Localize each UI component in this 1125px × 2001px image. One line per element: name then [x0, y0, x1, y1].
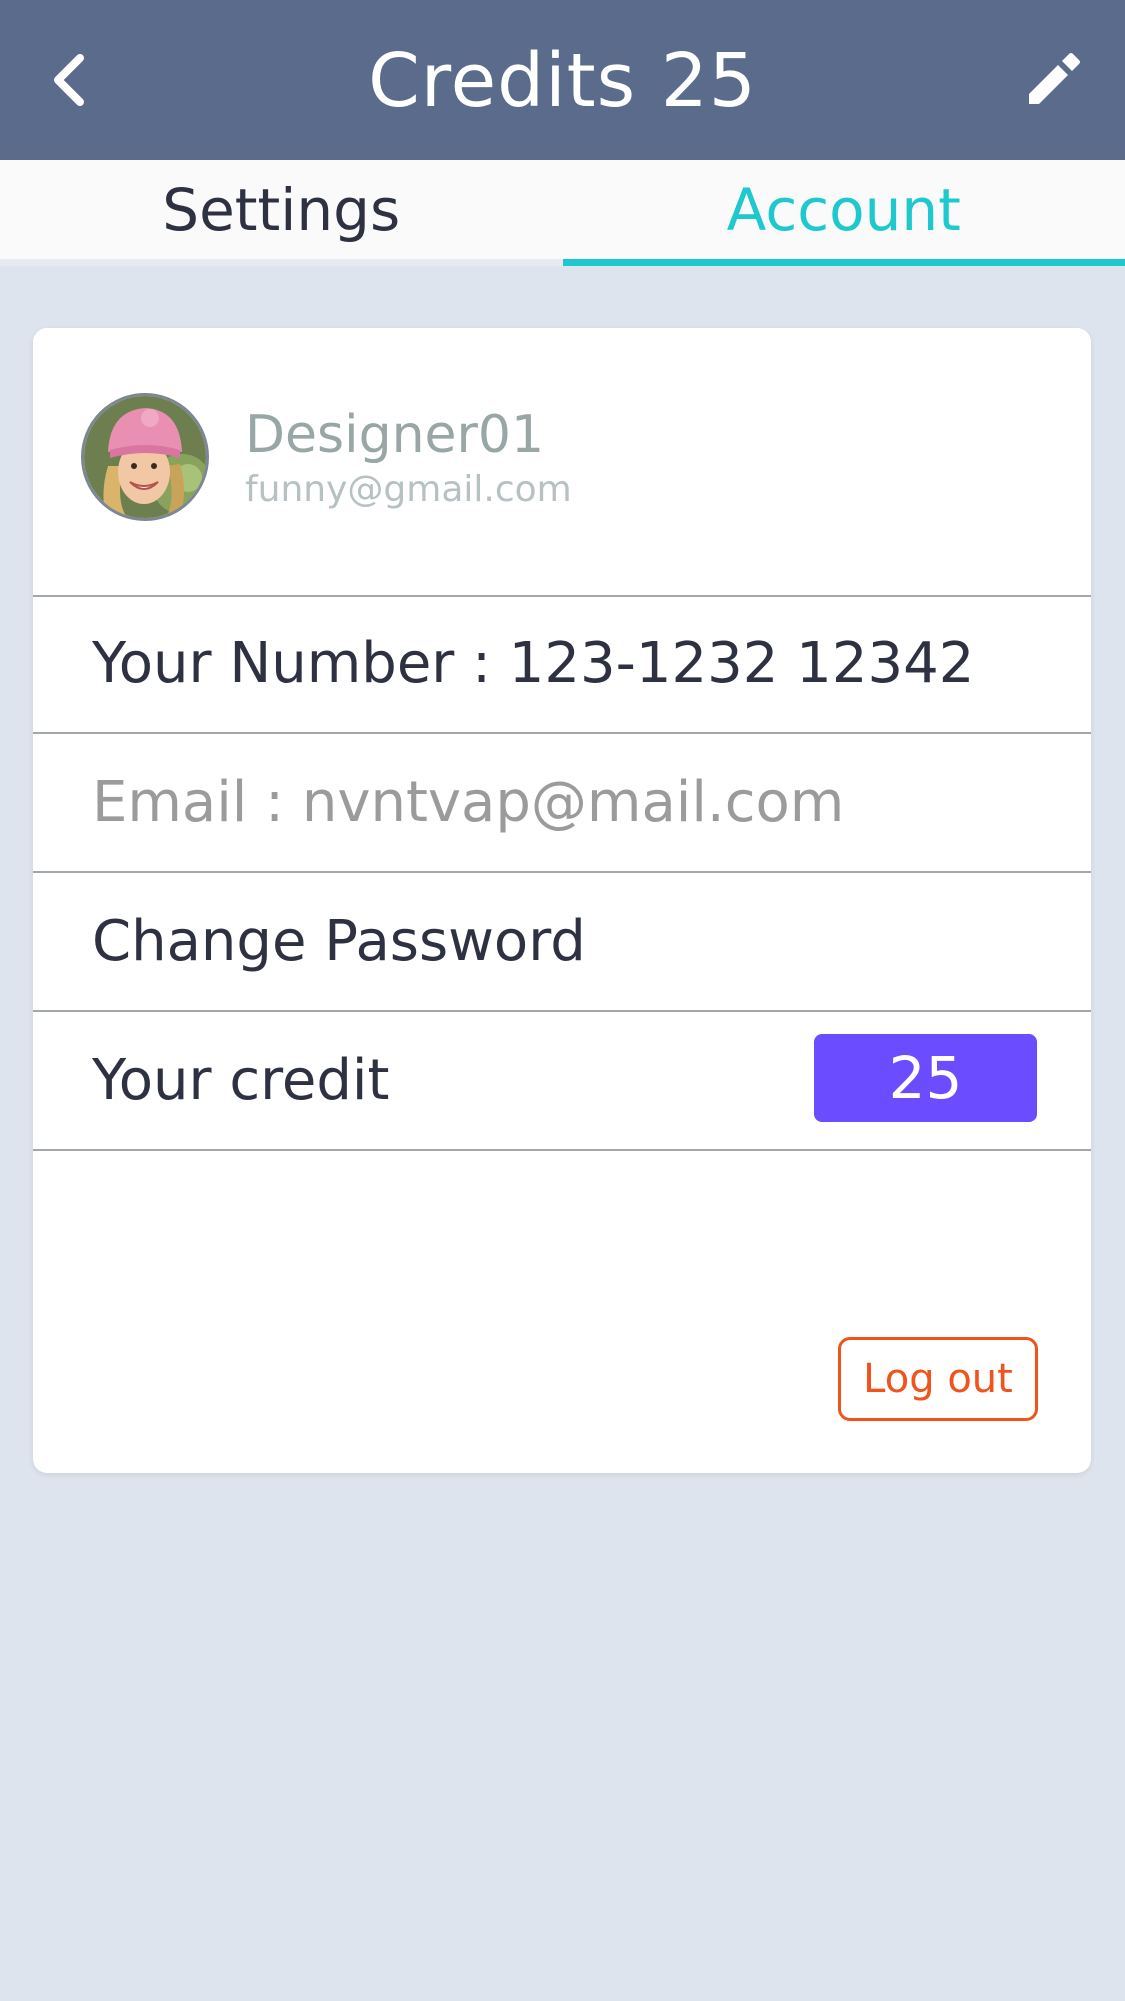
phone-number-row: Your Number : 123-1232 12342 — [33, 595, 1091, 734]
profile-name: Designer01 — [245, 405, 545, 465]
profile-section: Designer01 funny@gmail.com — [33, 328, 1091, 597]
tab-account-indicator — [562, 259, 1125, 266]
profile-email: funny@gmail.com — [245, 469, 572, 510]
user-avatar — [84, 396, 206, 518]
phone-number-text: Your Number : 123-1232 12342 — [92, 631, 975, 696]
credit-row: Your credit 25 — [33, 1012, 1091, 1151]
credit-badge: 25 — [814, 1034, 1037, 1122]
app-header: Credits 25 — [0, 0, 1125, 160]
logout-button[interactable]: Log out — [838, 1337, 1038, 1421]
email-text: Email : nvntvap@mail.com — [92, 770, 845, 835]
change-password-label: Change Password — [92, 909, 586, 974]
avatar[interactable] — [81, 393, 209, 521]
tab-settings-label: Settings — [162, 176, 401, 244]
tab-bar: Settings Account — [0, 160, 1125, 266]
change-password-row[interactable]: Change Password — [33, 873, 1091, 1012]
edit-button[interactable] — [1017, 44, 1089, 116]
account-card: Designer01 funny@gmail.com Your Number :… — [33, 328, 1091, 1473]
credit-label: Your credit — [92, 1048, 390, 1113]
tab-account[interactable]: Account — [562, 160, 1125, 266]
page-title: Credits 25 — [368, 38, 757, 124]
tab-settings-indicator — [0, 259, 563, 266]
tab-account-label: Account — [726, 176, 961, 244]
tab-settings[interactable]: Settings — [0, 160, 563, 266]
email-row: Email : nvntvap@mail.com — [33, 734, 1091, 873]
pencil-icon — [1029, 53, 1080, 104]
